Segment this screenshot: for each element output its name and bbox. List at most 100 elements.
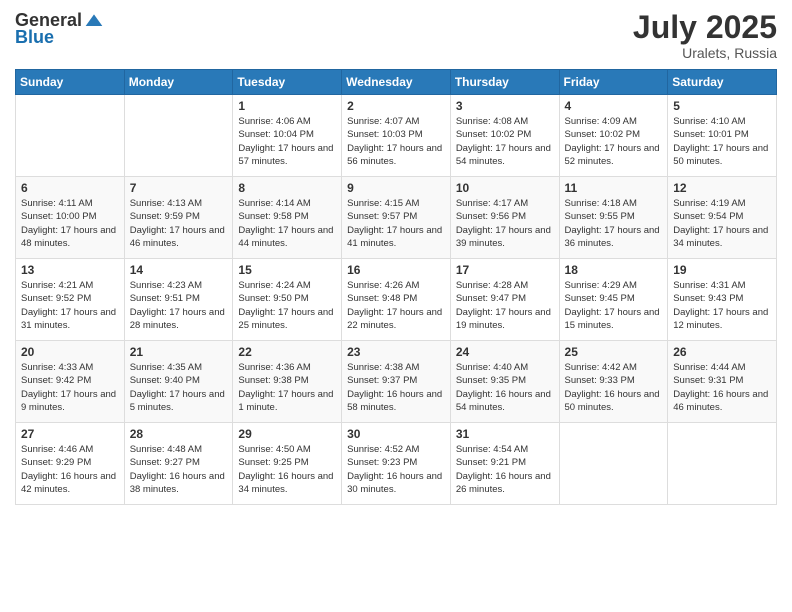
logo-blue: Blue bbox=[15, 27, 54, 48]
calendar-cell: 12 Sunrise: 4:19 AM Sunset: 9:54 PM Dayli… bbox=[668, 177, 777, 259]
day-info: Sunrise: 4:38 AM Sunset: 9:37 PM Dayligh… bbox=[347, 361, 445, 414]
day-info: Sunrise: 4:24 AM Sunset: 9:50 PM Dayligh… bbox=[238, 279, 336, 332]
day-number: 18 bbox=[565, 263, 663, 277]
page: General Blue July 2025 Uralets, Russia S… bbox=[0, 0, 792, 612]
calendar-cell: 18 Sunrise: 4:29 AM Sunset: 9:45 PM Dayli… bbox=[559, 259, 668, 341]
calendar-cell: 15 Sunrise: 4:24 AM Sunset: 9:50 PM Dayli… bbox=[233, 259, 342, 341]
day-number: 3 bbox=[456, 99, 554, 113]
day-number: 6 bbox=[21, 181, 119, 195]
calendar-cell: 11 Sunrise: 4:18 AM Sunset: 9:55 PM Dayli… bbox=[559, 177, 668, 259]
day-info: Sunrise: 4:14 AM Sunset: 9:58 PM Dayligh… bbox=[238, 197, 336, 250]
header-sunday: Sunday bbox=[16, 70, 125, 95]
day-number: 17 bbox=[456, 263, 554, 277]
day-info: Sunrise: 4:17 AM Sunset: 9:56 PM Dayligh… bbox=[456, 197, 554, 250]
day-info: Sunrise: 4:33 AM Sunset: 9:42 PM Dayligh… bbox=[21, 361, 119, 414]
calendar-cell: 17 Sunrise: 4:28 AM Sunset: 9:47 PM Dayli… bbox=[450, 259, 559, 341]
calendar-cell: 3 Sunrise: 4:08 AM Sunset: 10:02 PM Dayli… bbox=[450, 95, 559, 177]
day-info: Sunrise: 4:06 AM Sunset: 10:04 PM Daylig… bbox=[238, 115, 336, 168]
day-number: 7 bbox=[130, 181, 228, 195]
calendar-cell: 26 Sunrise: 4:44 AM Sunset: 9:31 PM Dayli… bbox=[668, 341, 777, 423]
day-number: 14 bbox=[130, 263, 228, 277]
day-number: 15 bbox=[238, 263, 336, 277]
day-number: 13 bbox=[21, 263, 119, 277]
header-thursday: Thursday bbox=[450, 70, 559, 95]
calendar-cell: 4Sunrise: 4:09 AM Sunset: 10:02 PM Dayli… bbox=[559, 95, 668, 177]
day-info: Sunrise: 4:52 AM Sunset: 9:23 PM Dayligh… bbox=[347, 443, 445, 496]
day-number: 11 bbox=[565, 181, 663, 195]
calendar-cell bbox=[124, 95, 233, 177]
day-number: 26 bbox=[673, 345, 771, 359]
calendar-cell bbox=[668, 423, 777, 505]
day-number: 24 bbox=[456, 345, 554, 359]
day-number: 25 bbox=[565, 345, 663, 359]
day-info: Sunrise: 4:21 AM Sunset: 9:52 PM Dayligh… bbox=[21, 279, 119, 332]
calendar-cell: 1 Sunrise: 4:06 AM Sunset: 10:04 PM Dayli… bbox=[233, 95, 342, 177]
day-number: 19 bbox=[673, 263, 771, 277]
location-title: Uralets, Russia bbox=[633, 45, 777, 61]
calendar-cell: 6Sunrise: 4:11 AM Sunset: 10:00 PM Dayli… bbox=[16, 177, 125, 259]
logo: General Blue bbox=[15, 10, 104, 48]
calendar-table: Sunday Monday Tuesday Wednesday Thursday… bbox=[15, 69, 777, 505]
day-info: Sunrise: 4:08 AM Sunset: 10:02 PM Daylig… bbox=[456, 115, 554, 168]
day-info: Sunrise: 4:48 AM Sunset: 9:27 PM Dayligh… bbox=[130, 443, 228, 496]
day-number: 28 bbox=[130, 427, 228, 441]
day-number: 29 bbox=[238, 427, 336, 441]
calendar-cell: 23 Sunrise: 4:38 AM Sunset: 9:37 PM Dayli… bbox=[342, 341, 451, 423]
day-info: Sunrise: 4:50 AM Sunset: 9:25 PM Dayligh… bbox=[238, 443, 336, 496]
calendar-cell: 5Sunrise: 4:10 AM Sunset: 10:01 PM Dayli… bbox=[668, 95, 777, 177]
header-monday: Monday bbox=[124, 70, 233, 95]
calendar-week-0: 1 Sunrise: 4:06 AM Sunset: 10:04 PM Dayli… bbox=[16, 95, 777, 177]
day-info: Sunrise: 4:15 AM Sunset: 9:57 PM Dayligh… bbox=[347, 197, 445, 250]
calendar-cell: 7 Sunrise: 4:13 AM Sunset: 9:59 PM Daylig… bbox=[124, 177, 233, 259]
header: General Blue July 2025 Uralets, Russia bbox=[15, 10, 777, 61]
day-number: 10 bbox=[456, 181, 554, 195]
calendar-cell: 9Sunrise: 4:15 AM Sunset: 9:57 PM Daylig… bbox=[342, 177, 451, 259]
day-info: Sunrise: 4:31 AM Sunset: 9:43 PM Dayligh… bbox=[673, 279, 771, 332]
day-info: Sunrise: 4:54 AM Sunset: 9:21 PM Dayligh… bbox=[456, 443, 554, 496]
day-info: Sunrise: 4:07 AM Sunset: 10:03 PM Daylig… bbox=[347, 115, 445, 168]
title-area: July 2025 Uralets, Russia bbox=[633, 10, 777, 61]
calendar-cell bbox=[559, 423, 668, 505]
day-info: Sunrise: 4:35 AM Sunset: 9:40 PM Dayligh… bbox=[130, 361, 228, 414]
calendar-cell: 22Sunrise: 4:36 AM Sunset: 9:38 PM Dayli… bbox=[233, 341, 342, 423]
calendar-cell: 20 Sunrise: 4:33 AM Sunset: 9:42 PM Dayli… bbox=[16, 341, 125, 423]
day-info: Sunrise: 4:29 AM Sunset: 9:45 PM Dayligh… bbox=[565, 279, 663, 332]
day-info: Sunrise: 4:28 AM Sunset: 9:47 PM Dayligh… bbox=[456, 279, 554, 332]
day-number: 2 bbox=[347, 99, 445, 113]
day-number: 22 bbox=[238, 345, 336, 359]
calendar-cell: 2 Sunrise: 4:07 AM Sunset: 10:03 PM Dayli… bbox=[342, 95, 451, 177]
calendar-week-3: 20 Sunrise: 4:33 AM Sunset: 9:42 PM Dayli… bbox=[16, 341, 777, 423]
day-number: 30 bbox=[347, 427, 445, 441]
day-info: Sunrise: 4:10 AM Sunset: 10:01 PM Daylig… bbox=[673, 115, 771, 168]
day-number: 21 bbox=[130, 345, 228, 359]
day-info: Sunrise: 4:18 AM Sunset: 9:55 PM Dayligh… bbox=[565, 197, 663, 250]
day-info: Sunrise: 4:19 AM Sunset: 9:54 PM Dayligh… bbox=[673, 197, 771, 250]
day-info: Sunrise: 4:09 AM Sunset: 10:02 PM Daylig… bbox=[565, 115, 663, 168]
header-saturday: Saturday bbox=[668, 70, 777, 95]
calendar-cell: 19 Sunrise: 4:31 AM Sunset: 9:43 PM Dayli… bbox=[668, 259, 777, 341]
day-number: 1 bbox=[238, 99, 336, 113]
logo-icon bbox=[84, 11, 104, 31]
calendar-cell: 28 Sunrise: 4:48 AM Sunset: 9:27 PM Dayli… bbox=[124, 423, 233, 505]
calendar-cell: 27 Sunrise: 4:46 AM Sunset: 9:29 PM Dayli… bbox=[16, 423, 125, 505]
calendar-cell: 10 Sunrise: 4:17 AM Sunset: 9:56 PM Dayli… bbox=[450, 177, 559, 259]
day-info: Sunrise: 4:46 AM Sunset: 9:29 PM Dayligh… bbox=[21, 443, 119, 496]
calendar-week-1: 6Sunrise: 4:11 AM Sunset: 10:00 PM Dayli… bbox=[16, 177, 777, 259]
month-title: July 2025 bbox=[633, 10, 777, 45]
calendar-cell: 16 Sunrise: 4:26 AM Sunset: 9:48 PM Dayli… bbox=[342, 259, 451, 341]
calendar-week-4: 27 Sunrise: 4:46 AM Sunset: 9:29 PM Dayli… bbox=[16, 423, 777, 505]
day-info: Sunrise: 4:13 AM Sunset: 9:59 PM Dayligh… bbox=[130, 197, 228, 250]
day-number: 23 bbox=[347, 345, 445, 359]
header-tuesday: Tuesday bbox=[233, 70, 342, 95]
day-number: 20 bbox=[21, 345, 119, 359]
day-info: Sunrise: 4:26 AM Sunset: 9:48 PM Dayligh… bbox=[347, 279, 445, 332]
day-number: 16 bbox=[347, 263, 445, 277]
calendar-cell: 21 Sunrise: 4:35 AM Sunset: 9:40 PM Dayli… bbox=[124, 341, 233, 423]
day-number: 27 bbox=[21, 427, 119, 441]
day-number: 12 bbox=[673, 181, 771, 195]
day-info: Sunrise: 4:42 AM Sunset: 9:33 PM Dayligh… bbox=[565, 361, 663, 414]
day-info: Sunrise: 4:44 AM Sunset: 9:31 PM Dayligh… bbox=[673, 361, 771, 414]
calendar-cell: 24Sunrise: 4:40 AM Sunset: 9:35 PM Dayli… bbox=[450, 341, 559, 423]
calendar-cell: 13 Sunrise: 4:21 AM Sunset: 9:52 PM Dayli… bbox=[16, 259, 125, 341]
calendar-cell: 25 Sunrise: 4:42 AM Sunset: 9:33 PM Dayli… bbox=[559, 341, 668, 423]
